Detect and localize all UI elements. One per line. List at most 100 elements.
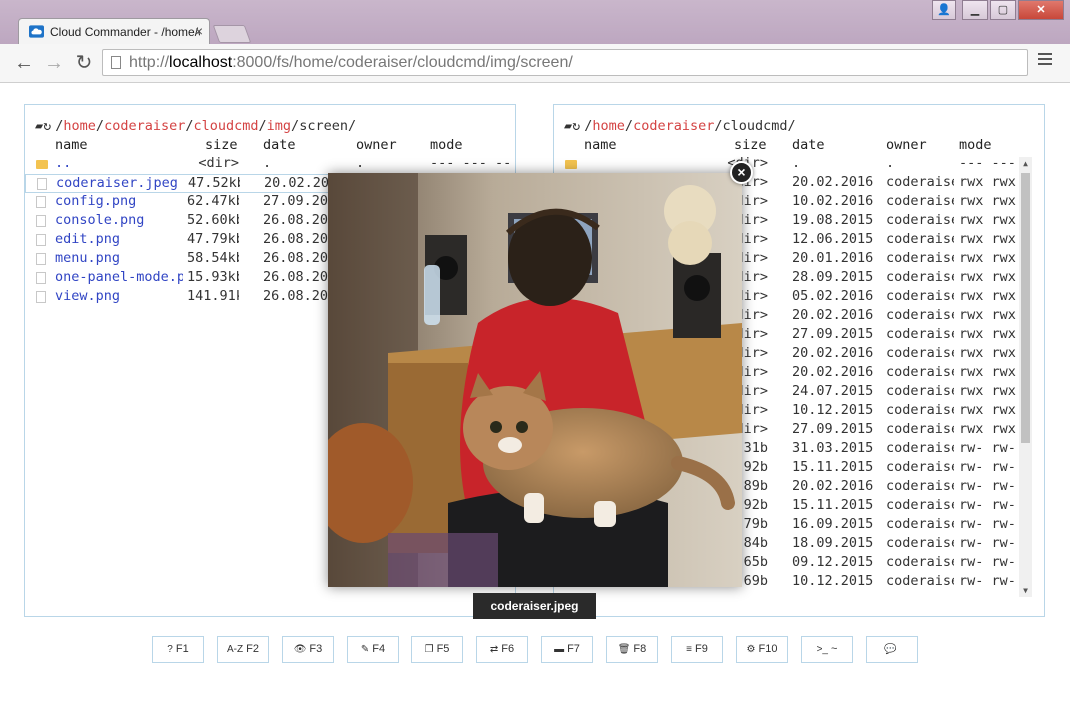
file-size: 52.60kb (187, 212, 239, 228)
tab-close-icon[interactable]: × (195, 23, 203, 39)
reload-icon[interactable]: ↻ (73, 52, 95, 74)
file-date: . (792, 155, 801, 171)
file-owner: coderaiser (886, 573, 954, 589)
file-icon (36, 272, 46, 284)
file-owner: coderaiser (886, 554, 954, 570)
file-date: 28.09.2015 (792, 269, 874, 285)
column-name[interactable]: name (584, 137, 617, 153)
file-mode: rwx rwx (959, 307, 1016, 323)
column-owner[interactable]: owner (886, 137, 927, 153)
file-mode: rw- rw- (959, 497, 1016, 513)
user-icon[interactable]: 👤 (932, 0, 956, 20)
file-name[interactable]: menu.png (55, 250, 183, 266)
file-name[interactable]: .. (55, 155, 183, 171)
file-owner: coderaiser (886, 307, 954, 323)
path-separator: / (291, 118, 300, 134)
file-row[interactable]: <dir>..--- --- (554, 155, 1044, 174)
fkey-menu-button[interactable]: ≡ F9 (671, 636, 723, 663)
file-name[interactable]: console.png (55, 212, 183, 228)
file-row[interactable]: .. <dir>.. --- --- --- (25, 155, 515, 174)
maximize-icon[interactable]: ▢ (990, 0, 1016, 20)
path-separator: / (624, 118, 634, 134)
file-name[interactable]: coderaiser.jpeg (56, 175, 184, 191)
fkey-label: F10 (758, 643, 778, 655)
column-mode[interactable]: mode (430, 137, 463, 153)
forward-icon[interactable]: → (43, 52, 65, 74)
path-segment[interactable]: home (592, 118, 625, 134)
path-current: cloudcmd (722, 118, 788, 134)
file-date: . (263, 155, 272, 171)
fkey-copy-button[interactable]: ❐ F5 (411, 636, 463, 663)
column-name[interactable]: name (55, 137, 88, 153)
scroll-up-icon[interactable]: ▲ (1019, 159, 1032, 168)
file-owner: coderaiser (886, 193, 954, 209)
path-segment[interactable]: cloudcmd (193, 118, 258, 134)
fkey-mkdir-button[interactable]: ▬ F7 (541, 636, 593, 663)
fkey-label: F3 (309, 643, 323, 655)
fkey-sort-button[interactable]: A-Z F2 (217, 636, 269, 663)
new-tab-button[interactable] (212, 25, 252, 43)
file-date: 12.06.2015 (792, 231, 874, 247)
fkey-move-button[interactable]: ⇄ F6 (476, 636, 528, 663)
column-date[interactable]: date (263, 137, 296, 153)
file-icon (36, 234, 46, 246)
column-size[interactable]: size (205, 137, 238, 153)
fkey-label: F6 (501, 643, 515, 655)
close-viewer-icon[interactable]: × (730, 161, 753, 184)
fkey-config-button[interactable]: ⚙ F10 (736, 636, 788, 663)
file-date: 10.02.2016 (792, 193, 874, 209)
file-icon (36, 215, 46, 227)
scroll-down-icon[interactable]: ▼ (1019, 586, 1032, 595)
fkey-edit-button[interactable]: ✎ F4 (347, 636, 399, 663)
file-name[interactable]: edit.png (55, 231, 183, 247)
file-owner: coderaiser (886, 535, 954, 551)
close-window-icon[interactable]: ✕ (1018, 0, 1064, 20)
file-mode: rwx rwx (959, 212, 1016, 228)
file-owner: coderaiser (886, 383, 954, 399)
browser-tab[interactable]: Cloud Commander - /home/coderaiser/cloud… (18, 18, 210, 44)
file-name[interactable]: view.png (55, 288, 183, 304)
file-owner: coderaiser (886, 497, 954, 513)
file-owner: coderaiser (886, 364, 954, 380)
file-owner: coderaiser (886, 231, 954, 247)
file-date: 05.02.2016 (792, 288, 874, 304)
file-name[interactable]: config.png (55, 193, 183, 209)
fkey-view-button[interactable]: 👁 F3 (282, 636, 334, 663)
path-segment[interactable]: coderaiser (104, 118, 185, 134)
file-size: 62.47kb (187, 193, 239, 209)
file-name[interactable]: one-panel-mode.png (55, 269, 183, 285)
file-date: 18.09.2015 (792, 535, 874, 551)
column-mode[interactable]: mode (959, 137, 992, 153)
file-mode: rwx rwx (959, 364, 1016, 380)
eraser-refresh-icon[interactable]: ▰↻ (564, 118, 580, 134)
path-separator: / (258, 118, 267, 134)
file-mode: rwx rwx (959, 250, 1016, 266)
image-viewer[interactable] (328, 173, 742, 587)
scrollbar-thumb[interactable] (1021, 173, 1030, 443)
eraser-refresh-icon[interactable]: ▰↻ (35, 118, 51, 134)
column-owner[interactable]: owner (356, 137, 397, 153)
column-size[interactable]: size (734, 137, 767, 153)
path-segment[interactable]: img (267, 118, 291, 134)
path-segment[interactable]: coderaiser (633, 118, 714, 134)
path-current: screen (299, 118, 348, 134)
file-date: 15.11.2015 (792, 497, 874, 513)
browser-menu-icon[interactable] (1038, 53, 1052, 68)
title-bar: Cloud Commander - /home/coderaiser/cloud… (0, 0, 1070, 44)
file-icon (37, 178, 47, 190)
column-date[interactable]: date (792, 137, 825, 153)
fkey-help-button[interactable]: ? F1 (152, 636, 204, 663)
minimize-icon[interactable]: ▁ (962, 0, 988, 20)
file-owner: . (356, 155, 365, 171)
file-mode: rw- rw- (959, 459, 1016, 475)
path-segment[interactable]: home (63, 118, 96, 134)
fkey-console-button[interactable]: >_ ~ (801, 636, 853, 663)
right-scrollbar[interactable]: ▲ ▼ (1019, 157, 1032, 597)
fkey-delete-button[interactable]: 🗑 F8 (606, 636, 658, 663)
address-bar[interactable]: http://localhost:8000/fs/home/coderaiser… (102, 49, 1028, 76)
back-icon[interactable]: ← (13, 52, 35, 74)
copy-icon: ❐ (424, 644, 434, 655)
fkey-contact-button[interactable]: 💬 (866, 636, 918, 663)
browser-window: Cloud Commander - /home/coderaiser/cloud… (0, 0, 1070, 719)
file-date: 15.11.2015 (792, 459, 874, 475)
